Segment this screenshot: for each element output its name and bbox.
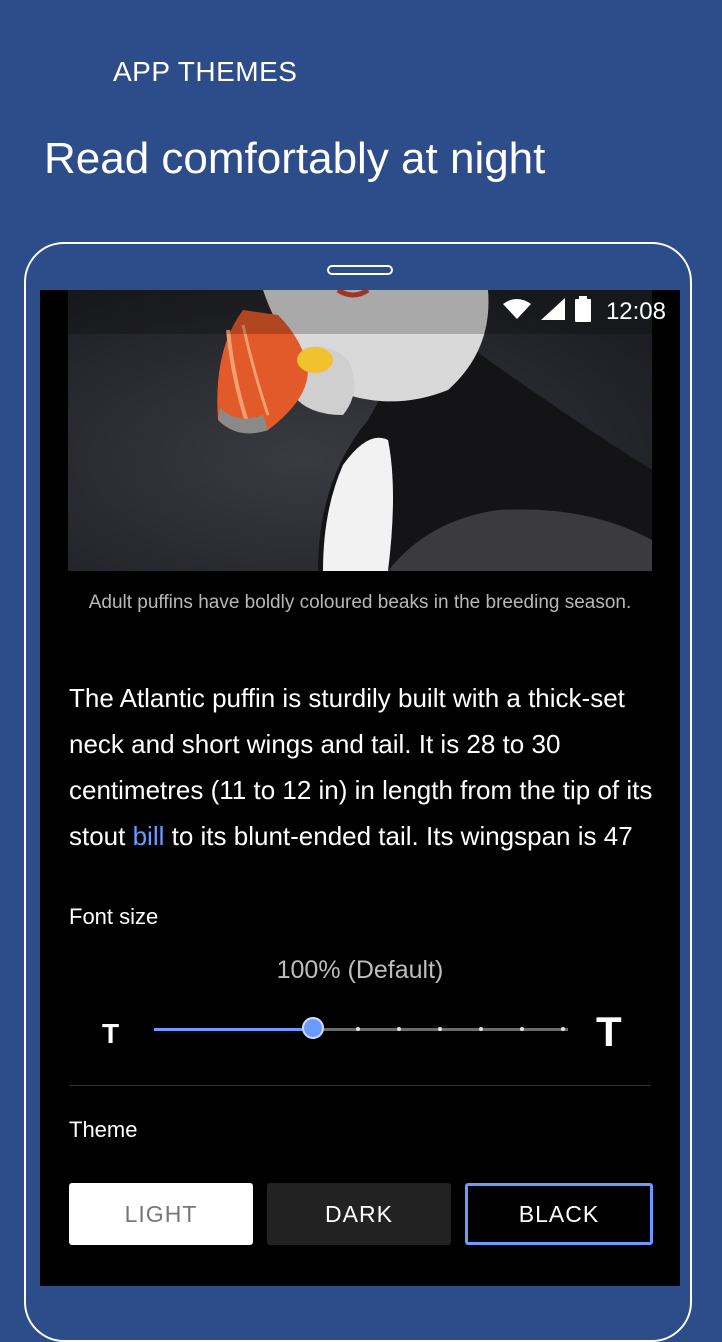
font-size-label: Font size	[69, 904, 159, 929]
divider	[69, 1085, 651, 1086]
theme-black-button[interactable]: BLACK	[465, 1183, 653, 1245]
slider-tick	[479, 1027, 483, 1031]
status-bar: 12:08	[40, 290, 680, 334]
signal-icon	[540, 297, 566, 326]
theme-label: Theme	[69, 1117, 138, 1142]
image-caption: Adult puffins have boldly coloured beaks…	[88, 592, 632, 613]
slider-tick	[561, 1027, 565, 1031]
slider-tick	[356, 1027, 360, 1031]
phone-speaker	[327, 265, 393, 275]
slider-tick	[438, 1027, 442, 1031]
slider-tick	[520, 1027, 524, 1031]
slider-thumb[interactable]	[302, 1017, 324, 1039]
app-themes-label: APP THEMES	[113, 56, 298, 87]
font-size-value: 100% (Default)	[276, 956, 444, 984]
slider-tick	[397, 1027, 401, 1031]
slider-track-active	[154, 1028, 314, 1031]
increase-font-icon[interactable]: T	[596, 1008, 622, 1056]
decrease-font-icon[interactable]: T	[102, 1018, 119, 1050]
wifi-icon	[502, 298, 532, 325]
clock: 12:08	[605, 297, 666, 325]
theme-light-button[interactable]: LIGHT	[69, 1183, 253, 1245]
headline: Read comfortably at night	[44, 134, 546, 183]
battery-icon	[574, 296, 592, 327]
phone-screen: 12:08 Adult puffins have boldly coloured…	[40, 290, 680, 1286]
theme-dark-button[interactable]: DARK	[267, 1183, 451, 1245]
article-text: The Atlantic puffin is sturdily built wi…	[69, 675, 653, 863]
bill-link[interactable]: bill	[133, 821, 165, 851]
